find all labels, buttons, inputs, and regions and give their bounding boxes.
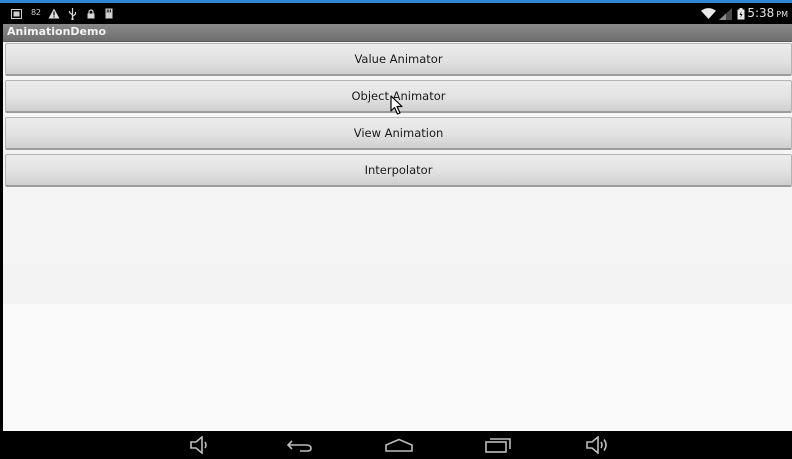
content-area-bottom <box>3 304 792 431</box>
volume-up-icon[interactable] <box>577 431 617 459</box>
volume-down-icon[interactable] <box>180 431 220 459</box>
battery-icon <box>736 7 746 20</box>
usb-icon <box>67 7 77 20</box>
action-bar: AnimationDemo <box>3 24 792 42</box>
status-clock: 5:38 PM <box>747 6 788 20</box>
back-icon[interactable] <box>280 431 320 459</box>
device-screen: 82 5:38 PM AnimationDemo Value Animator O… <box>0 0 792 459</box>
value-animator-button[interactable]: Value Animator <box>5 43 792 76</box>
clock-ampm: PM <box>776 10 788 19</box>
lock-icon <box>86 7 95 20</box>
warning-icon <box>47 7 60 20</box>
navigation-bar <box>0 431 792 459</box>
view-animation-button[interactable]: View Animation <box>5 117 792 150</box>
app-title: AnimationDemo <box>7 25 107 38</box>
app-window: AnimationDemo Value Animator Object Anim… <box>3 24 792 431</box>
notification-count: 82 <box>31 8 41 17</box>
object-animator-button[interactable]: Object Animator <box>5 80 792 113</box>
content-area <box>3 264 792 304</box>
recents-icon[interactable] <box>478 431 518 459</box>
interpolator-button[interactable]: Interpolator <box>5 154 792 187</box>
screenshot-icon <box>10 7 22 20</box>
status-bar: 82 5:38 PM <box>0 3 792 24</box>
home-icon[interactable] <box>379 431 419 459</box>
wifi-icon <box>700 7 716 20</box>
signal-icon <box>718 7 732 20</box>
sd-card-icon <box>104 7 114 20</box>
clock-time: 5:38 <box>747 6 775 20</box>
